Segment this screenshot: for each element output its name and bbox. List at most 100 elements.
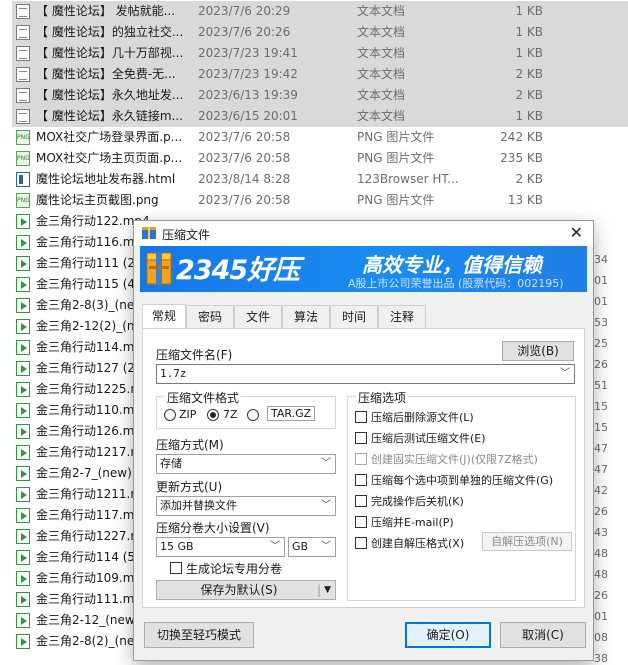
file-detail-peek: 38 xyxy=(594,652,608,665)
mp4-icon xyxy=(16,382,30,397)
format-group: 压缩文件格式 ZIP 7Z TAR.GZ xyxy=(156,389,336,429)
file-type: 文本文档 xyxy=(357,25,406,39)
mp4-icon xyxy=(16,466,30,481)
split-size-select[interactable]: 15 GB ﹀ xyxy=(156,537,285,557)
solid-archive-label: 创建固实压缩文件(J)(仅限7Z格式) xyxy=(371,453,538,466)
tab-files[interactable]: 文件 xyxy=(234,305,282,328)
file-name: 【 魔性论坛】永久地址发... xyxy=(36,88,184,102)
save-default-button[interactable]: 保存为默认(S) | ▼ xyxy=(156,580,336,600)
file-size: 13 KB xyxy=(507,193,543,207)
file-row[interactable]: 魔性论坛地址发布器.html 2023/8/14 8:28 123Browser H… xyxy=(12,169,628,190)
archive-app-icon xyxy=(142,227,156,239)
chevron-down-icon: ﹀ xyxy=(270,541,280,552)
forum-volume-checkbox[interactable] xyxy=(170,562,182,574)
tab-password[interactable]: 密码 xyxy=(186,305,234,328)
file-size: 1 KB xyxy=(515,46,543,60)
file-detail-peek: 47 xyxy=(594,463,608,476)
file-name: 魔性论坛主页截图.png xyxy=(36,193,159,207)
test-archive-checkbox[interactable] xyxy=(355,432,367,444)
tab-comment[interactable]: 注释 xyxy=(378,305,426,328)
close-icon[interactable]: ✕ xyxy=(570,223,583,243)
method-select[interactable]: 存储 ﹀ xyxy=(156,454,336,474)
txt-icon xyxy=(16,4,30,19)
tab-algorithm[interactable]: 算法 xyxy=(282,305,330,328)
file-name: 【 魔性论坛】永久链接m... xyxy=(36,109,183,123)
file-date: 2023/7/6 20:29 xyxy=(198,4,291,18)
sfx-checkbox[interactable] xyxy=(355,537,367,549)
file-date: 2023/7/23 19:42 xyxy=(198,67,298,81)
file-row[interactable]: 【 魔性论坛】永久地址发... 2023/6/13 19:39 文本文档 2 KB xyxy=(12,85,628,106)
file-type: PNG 图片文件 xyxy=(357,130,435,144)
mp4-icon xyxy=(16,277,30,292)
dialog-titlebar[interactable]: 压缩文件 ✕ xyxy=(134,221,593,246)
radio-7z[interactable] xyxy=(207,409,219,421)
split-unit-value: GB xyxy=(292,540,309,553)
mp4-icon xyxy=(16,592,30,607)
file-row[interactable]: PNG 魔性论坛主页截图.png 2023/7/6 20:58 PNG 图片文件 13 … xyxy=(12,190,628,211)
file-detail-peek: 01 xyxy=(594,274,608,287)
file-detail-peek: 53 xyxy=(594,316,608,329)
file-size: 1 KB xyxy=(515,109,543,123)
brand-logo: 2345好压 xyxy=(176,255,300,286)
chevron-down-icon: ﹀ xyxy=(321,458,331,469)
cancel-button[interactable]: 取消(C) xyxy=(500,622,586,648)
file-name: 【 魔性论坛】的独立社交... xyxy=(36,25,184,39)
file-row[interactable]: 【 魔性论坛】几十万部视... 2023/7/23 19:41 文本文档 1 KB xyxy=(12,43,628,64)
file-detail-peek: 26 xyxy=(594,358,608,371)
file-detail-peek: 01 xyxy=(594,295,608,308)
file-type: 文本文档 xyxy=(357,67,406,81)
png-icon: PNG xyxy=(16,130,30,145)
file-row[interactable]: 【 魔性论坛】全免费-无... 2023/7/23 19:42 文本文档 2 KB xyxy=(12,64,628,85)
archive-box-icon xyxy=(146,252,172,285)
mp4-icon xyxy=(16,550,30,565)
file-name: 【 魔性论坛】全免费-无... xyxy=(36,67,176,81)
delete-source-checkbox[interactable] xyxy=(355,411,367,423)
tab-general[interactable]: 常规 xyxy=(142,304,186,329)
txt-icon xyxy=(16,25,30,40)
mp4-icon xyxy=(16,571,30,586)
file-detail-peek: 26 xyxy=(594,505,608,518)
file-size: 235 KB xyxy=(500,151,543,165)
shutdown-checkbox[interactable] xyxy=(355,495,367,507)
ok-button[interactable]: 确定(O) xyxy=(405,622,491,648)
dialog-title: 压缩文件 xyxy=(162,228,211,242)
file-row[interactable]: 【 魔性论坛】的独立社交... 2023/7/6 20:26 文本文档 1 KB xyxy=(12,22,628,43)
chevron-down-icon: ﹀ xyxy=(321,541,331,552)
radio-zip[interactable] xyxy=(164,409,176,421)
file-date: 2023/7/6 20:58 xyxy=(198,193,291,207)
split-unit-select[interactable]: GB ﹀ xyxy=(288,537,336,557)
mp4-icon xyxy=(16,340,30,355)
archive-name-input[interactable]: 1.7z ﹀ xyxy=(156,364,575,384)
file-date: 2023/8/14 8:28 xyxy=(198,172,291,186)
separate-archives-checkbox[interactable] xyxy=(355,474,367,486)
file-row[interactable]: PNG MOX社交广场主页页面.p... 2023/7/6 20:58 PNG 图片文… xyxy=(12,148,628,169)
sfx-label: 创建自解压格式(X) xyxy=(371,537,465,550)
lite-mode-button[interactable]: 切换至轻巧模式 xyxy=(144,622,254,648)
radio-targz[interactable] xyxy=(247,409,259,421)
format-group-title: 压缩文件格式 xyxy=(165,389,242,406)
file-detail-peek: 34 xyxy=(594,253,608,266)
save-default-label: 保存为默认(S) xyxy=(200,583,278,597)
compress-dialog: 压缩文件 ✕ 2345好压 高效专业，值得信赖 A股上市公司荣誉出品 (股票代码… xyxy=(134,221,593,660)
forum-volume-label: 生成论坛专用分卷 xyxy=(186,562,283,576)
txt-icon xyxy=(16,67,30,82)
chevron-down-icon[interactable]: ﹀ xyxy=(560,365,570,383)
file-date: 2023/7/6 20:58 xyxy=(198,130,291,144)
update-select[interactable]: 添加并替换文件 ﹀ xyxy=(156,496,336,516)
browse-button[interactable]: 浏览(B) xyxy=(502,341,574,361)
archive-name-value: 1.7z xyxy=(160,367,187,380)
email-label: 压缩并E-mail(P) xyxy=(371,516,454,529)
radio-zip-label: ZIP xyxy=(179,408,197,421)
file-detail-peek: 25 xyxy=(594,337,608,350)
file-date: 2023/6/13 19:39 xyxy=(198,88,298,102)
dropdown-arrow-icon[interactable]: ▼ xyxy=(324,581,331,599)
delete-source-label: 压缩后删除源文件(L) xyxy=(371,411,474,424)
file-row[interactable]: 【 魔性论坛】 发帖就能... 2023/7/6 20:29 文本文档 1 KB xyxy=(12,1,628,22)
options-group: 压缩选项 压缩后删除源文件(L) 压缩后测试压缩文件(E) 创建固实压缩文件(J… xyxy=(347,389,576,601)
email-checkbox[interactable] xyxy=(355,516,367,528)
tab-time[interactable]: 时间 xyxy=(330,305,378,328)
file-row[interactable]: PNG MOX社交广场登录界面.p... 2023/7/6 20:58 PNG 图片文… xyxy=(12,127,628,148)
file-row[interactable]: 【 魔性论坛】永久链接m... 2023/6/15 20:01 文本文档 1 KB xyxy=(12,106,628,127)
file-size: 1 KB xyxy=(515,25,543,39)
sfx-options-button[interactable]: 自解压选项(N) xyxy=(482,532,572,551)
